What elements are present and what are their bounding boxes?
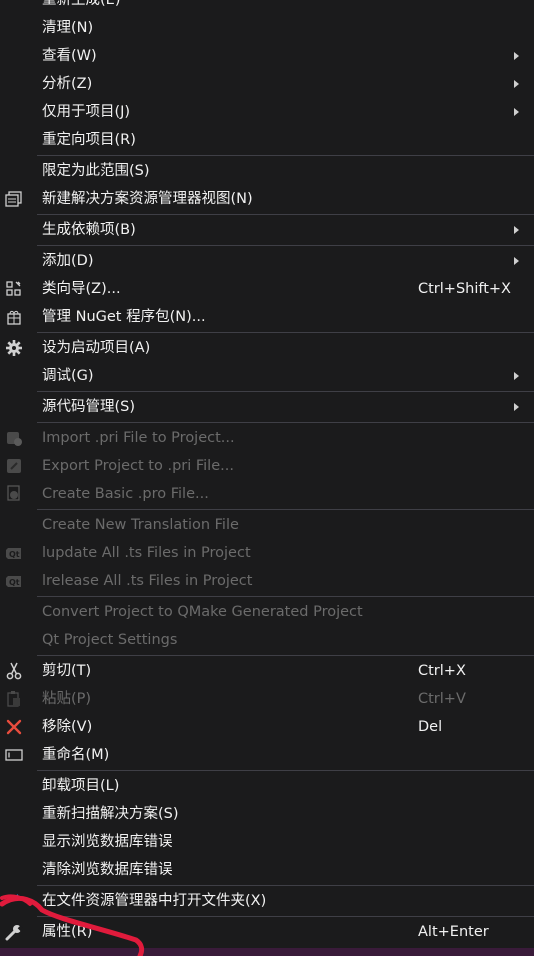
menu-item-analyze[interactable]: 分析(Z) (0, 70, 534, 98)
qt-icon: Qt (5, 544, 23, 562)
context-menu: 重新生成(E) 清理(N) 查看(W) 分析(Z) 仅用于项目(J) 重定向项目… (0, 0, 534, 946)
menu-item-label: 调试(G) (42, 368, 94, 384)
menu-item-view[interactable]: 查看(W) (0, 42, 534, 70)
submenu-arrow-icon (514, 52, 519, 60)
menu-item-label: 粘贴(P) (42, 691, 92, 707)
menu-item-label: 重新扫描解决方案(S) (42, 806, 179, 822)
nuget-package-icon (5, 308, 23, 326)
menu-item-retarget[interactable]: 重定向项目(R) (0, 126, 534, 154)
menu-item-label: 重新生成(E) (42, 0, 121, 8)
menu-item-label: 限定为此范围(S) (42, 163, 150, 179)
menu-item-cut[interactable]: 剪切(T) Ctrl+X (0, 657, 534, 685)
remove-x-icon (5, 718, 23, 736)
menu-item-label: 新建解决方案资源管理器视图(N) (42, 191, 253, 207)
menu-item-project-only[interactable]: 仅用于项目(J) (0, 98, 534, 126)
wrench-icon (5, 923, 23, 941)
menu-item-unload-project[interactable]: 卸载项目(L) (0, 772, 534, 800)
menu-item-label: 管理 NuGet 程序包(N)... (42, 309, 206, 325)
svg-text:Qt: Qt (9, 550, 20, 559)
menu-item-set-startup-project[interactable]: 设为启动项目(A) (0, 334, 534, 362)
menu-item-label: 清除浏览数据库错误 (42, 862, 173, 878)
menu-item-label: Create New Translation File (42, 517, 239, 533)
menu-item-manage-nuget[interactable]: 管理 NuGet 程序包(N)... (0, 303, 534, 331)
menu-item-build-dependencies[interactable]: 生成依赖项(B) (0, 216, 534, 244)
menu-item-shortcut: Alt+Enter (418, 924, 489, 940)
create-pro-icon (5, 485, 23, 503)
menu-item-debug[interactable]: 调试(G) (0, 362, 534, 390)
menu-item-label: 设为启动项目(A) (42, 340, 151, 356)
menu-item-shortcut: Ctrl+Shift+X (418, 281, 511, 297)
qt-icon: Qt (5, 572, 23, 590)
menu-item-clear-browse-db-errors[interactable]: 清除浏览数据库错误 (0, 856, 534, 884)
menu-item-label: 剪切(T) (42, 663, 92, 679)
menu-item-label: Qt Project Settings (42, 632, 178, 648)
menu-item-lupdate[interactable]: Qt lupdate All .ts Files in Project (0, 539, 534, 567)
menu-item-label: 重命名(M) (42, 747, 110, 763)
menu-item-properties[interactable]: 属性(R) Alt+Enter (0, 918, 534, 946)
menu-item-remove[interactable]: 移除(V) Del (0, 713, 534, 741)
menu-item-label: 显示浏览数据库错误 (42, 834, 173, 850)
menu-item-rename[interactable]: 重命名(M) (0, 741, 534, 769)
menu-item-create-translation-file[interactable]: Create New Translation File (0, 511, 534, 539)
menu-item-rebuild[interactable]: 重新生成(E) (0, 0, 534, 14)
menu-item-qt-project-settings[interactable]: Qt Project Settings (0, 626, 534, 654)
menu-item-label: 源代码管理(S) (42, 399, 136, 415)
menu-item-shortcut: Del (418, 719, 443, 735)
open-folder-icon (5, 892, 23, 910)
solution-explorer-view-icon (5, 190, 23, 208)
menu-item-export-pri[interactable]: Export Project to .pri File... (0, 452, 534, 480)
menu-item-label: Export Project to .pri File... (42, 458, 234, 474)
menu-item-scope-to-this[interactable]: 限定为此范围(S) (0, 157, 534, 185)
submenu-arrow-icon (514, 257, 519, 265)
class-wizard-icon (5, 280, 23, 298)
submenu-arrow-icon (514, 403, 519, 411)
submenu-arrow-icon (514, 108, 519, 116)
rename-icon (5, 746, 23, 764)
menu-item-new-solution-explorer-view[interactable]: 新建解决方案资源管理器视图(N) (0, 185, 534, 213)
menu-item-shortcut: Ctrl+V (418, 691, 466, 707)
menu-item-label: 清理(N) (42, 20, 94, 36)
menu-item-label: 分析(Z) (42, 76, 93, 92)
menu-item-label: Import .pri File to Project... (42, 430, 235, 446)
menu-item-label: 在文件资源管理器中打开文件夹(X) (42, 893, 267, 909)
menu-item-add[interactable]: 添加(D) (0, 247, 534, 275)
menu-item-open-in-file-explorer[interactable]: 在文件资源管理器中打开文件夹(X) (0, 887, 534, 915)
menu-item-label: lupdate All .ts Files in Project (42, 545, 251, 561)
menu-item-label: Create Basic .pro File... (42, 486, 209, 502)
menu-item-import-pri[interactable]: Import .pri File to Project... (0, 424, 534, 452)
submenu-arrow-icon (514, 372, 519, 380)
menu-item-create-basic-pro[interactable]: Create Basic .pro File... (0, 480, 534, 508)
menu-item-class-wizard[interactable]: 类向导(Z)... Ctrl+Shift+X (0, 275, 534, 303)
svg-text:Qt: Qt (9, 578, 20, 587)
paste-icon (5, 690, 23, 708)
menu-item-label: 生成依赖项(B) (42, 222, 136, 238)
menu-item-label: 移除(V) (42, 719, 93, 735)
menu-item-convert-to-qmake[interactable]: Convert Project to QMake Generated Proje… (0, 598, 534, 626)
menu-item-label: 仅用于项目(J) (42, 104, 131, 120)
import-pri-icon (5, 429, 23, 447)
taskbar-strip (0, 948, 534, 956)
menu-item-label: 添加(D) (42, 253, 94, 269)
menu-item-label: 查看(W) (42, 48, 97, 64)
menu-item-label: 卸载项目(L) (42, 778, 120, 794)
menu-item-source-control[interactable]: 源代码管理(S) (0, 393, 534, 421)
menu-item-label: 类向导(Z)... (42, 281, 121, 297)
gear-icon (5, 339, 23, 357)
menu-item-paste[interactable]: 粘贴(P) Ctrl+V (0, 685, 534, 713)
menu-item-shortcut: Ctrl+X (418, 663, 466, 679)
menu-item-lrelease[interactable]: Qt lrelease All .ts Files in Project (0, 567, 534, 595)
menu-item-clean[interactable]: 清理(N) (0, 14, 534, 42)
menu-item-label: lrelease All .ts Files in Project (42, 573, 253, 589)
scissors-icon (5, 662, 23, 680)
menu-item-label: 重定向项目(R) (42, 132, 136, 148)
menu-item-rescan-solution[interactable]: 重新扫描解决方案(S) (0, 800, 534, 828)
submenu-arrow-icon (514, 80, 519, 88)
menu-item-label: 属性(R) (42, 924, 93, 940)
menu-item-label: Convert Project to QMake Generated Proje… (42, 604, 363, 620)
submenu-arrow-icon (514, 226, 519, 234)
menu-item-show-browse-db-errors[interactable]: 显示浏览数据库错误 (0, 828, 534, 856)
export-pri-icon (5, 457, 23, 475)
